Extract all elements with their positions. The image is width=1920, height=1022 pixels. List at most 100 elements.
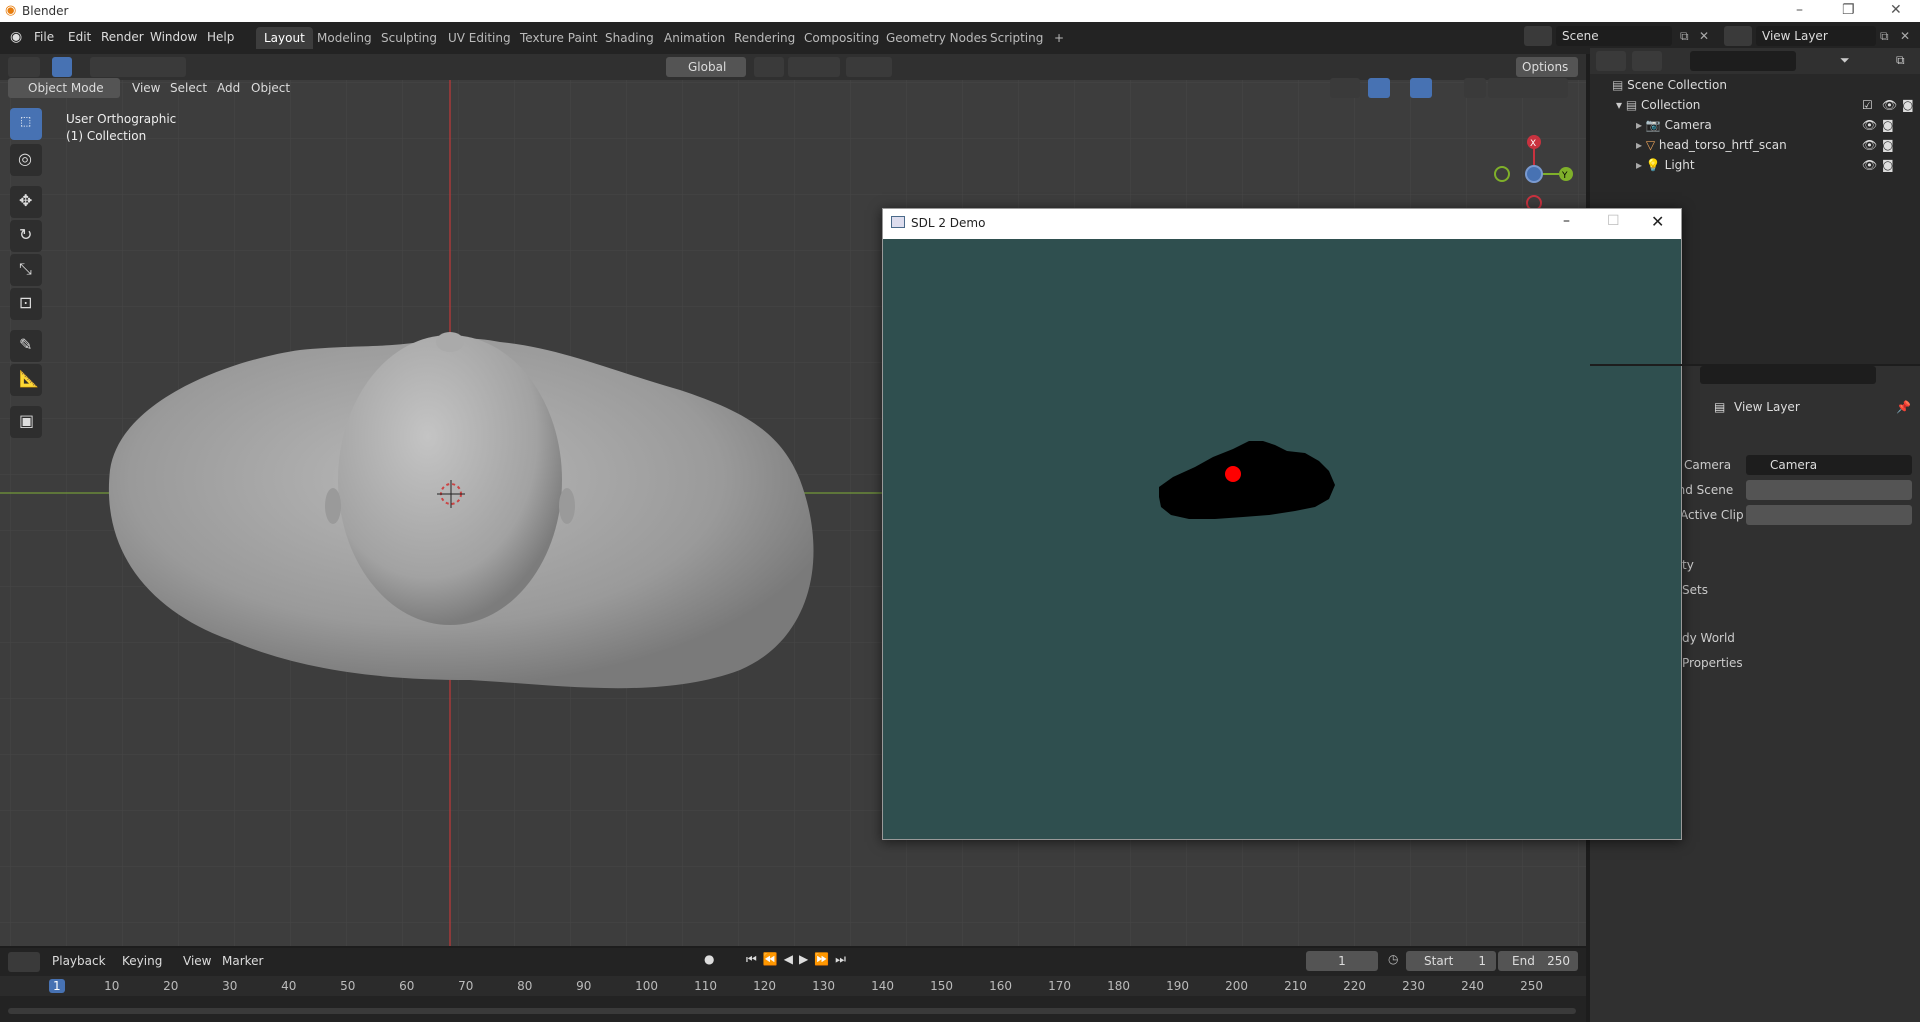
annotate-tool[interactable]: ✎ [10, 330, 42, 362]
minimize-icon[interactable]: – [1796, 2, 1803, 18]
hide-eye-icon[interactable]: 👁 [1862, 158, 1877, 172]
hide-eye-icon[interactable]: 👁 [1882, 98, 1897, 112]
outliner-search-input[interactable] [1690, 51, 1796, 71]
xray-icon[interactable] [1464, 78, 1486, 98]
tab-texture-paint[interactable]: Texture Paint [512, 27, 605, 49]
overlay-toggle-icon[interactable] [1410, 78, 1432, 98]
scene-browse-icon[interactable] [1524, 26, 1552, 46]
sdl-canvas[interactable] [883, 239, 1681, 839]
tab-modeling[interactable]: Modeling [309, 27, 380, 49]
menu-edit[interactable]: Edit [68, 30, 91, 44]
render-camera-icon[interactable]: ◙ [1902, 98, 1914, 112]
navigation-gizmo[interactable]: X Y [1486, 102, 1576, 212]
expand-icon[interactable]: ▸ [1636, 138, 1642, 152]
background-scene-field[interactable] [1746, 480, 1912, 500]
render-camera-icon[interactable]: ◙ [1882, 138, 1894, 152]
delete-view-layer-icon[interactable]: ✕ [1900, 29, 1910, 43]
record-icon[interactable]: ● [704, 952, 714, 966]
tab-shading[interactable]: Shading [597, 27, 662, 49]
timeline-scrollbar[interactable] [8, 1008, 1576, 1014]
blender-menu-icon[interactable]: ◉ [10, 29, 22, 45]
restore-icon[interactable]: ❐ [1842, 2, 1855, 18]
current-frame-marker[interactable]: 1 [49, 979, 65, 993]
sdl-maximize-icon[interactable]: ☐ [1607, 213, 1620, 229]
active-clip-field[interactable] [1746, 505, 1912, 525]
timeline-menu-view[interactable]: View [183, 954, 211, 968]
expand-icon[interactable]: ▸ [1636, 158, 1642, 172]
exclude-checkbox[interactable]: ☑ [1862, 98, 1873, 112]
sdl-demo-window[interactable]: SDL 2 Demo – ☐ ✕ [882, 208, 1682, 840]
panel-rigid-body-world[interactable]: dy World [1682, 631, 1735, 645]
filter-icon[interactable]: ⏷ [1840, 53, 1850, 68]
view-layer-field[interactable]: View Layer [1756, 26, 1876, 46]
viewport-menu-object[interactable]: Object [251, 81, 290, 95]
tab-geometry-nodes[interactable]: Geometry Nodes [878, 27, 995, 49]
proportional-edit-icon[interactable] [846, 57, 892, 77]
hide-eye-icon[interactable]: 👁 [1862, 118, 1877, 132]
render-camera-icon[interactable]: ◙ [1882, 158, 1894, 172]
selection-mode-icons[interactable] [90, 57, 186, 77]
scale-tool[interactable]: ⤡ [10, 254, 42, 286]
start-frame-field[interactable]: Start 1 [1406, 951, 1496, 971]
measure-tool[interactable]: 📐 [10, 364, 42, 396]
properties-search-input[interactable] [1700, 366, 1876, 384]
outliner-item-camera[interactable]: ▸ 📷 Camera 👁 ◙ [1636, 118, 1916, 138]
delete-scene-icon[interactable]: ✕ [1699, 29, 1709, 43]
pin-icon[interactable]: 📌 [1896, 400, 1911, 414]
visibility-icon[interactable] [1330, 78, 1360, 98]
expand-icon[interactable]: ▾ [1616, 98, 1622, 112]
tab-layout[interactable]: Layout [256, 27, 313, 49]
camera-field[interactable]: Camera [1746, 455, 1912, 475]
tab-sculpting[interactable]: Sculpting [373, 27, 445, 49]
gizmo-toggle-icon[interactable] [1368, 78, 1390, 98]
panel-custom-properties[interactable]: Properties [1682, 656, 1743, 670]
outliner-item-mesh[interactable]: ▸ ▽ head_torso_hrtf_scan 👁 ◙ [1636, 138, 1916, 158]
render-camera-icon[interactable]: ◙ [1882, 118, 1894, 132]
timeline-editor-type-icon[interactable] [8, 952, 40, 972]
menu-render[interactable]: Render [101, 30, 144, 44]
transform-tool[interactable]: ⊡ [10, 288, 42, 320]
scene-name-field[interactable]: Scene [1556, 26, 1672, 46]
display-mode-icon[interactable] [1632, 51, 1662, 71]
pivot-icon[interactable] [754, 57, 784, 77]
timeline-menu-marker[interactable]: Marker [222, 954, 263, 968]
collection-row[interactable]: ▾ ▤ Collection ☑ 👁 ◙ [1616, 98, 1916, 118]
close-icon[interactable]: ✕ [1890, 2, 1902, 18]
view-layer-browse-icon[interactable] [1724, 26, 1752, 46]
snap-icon[interactable] [788, 57, 840, 77]
head-mesh[interactable] [338, 335, 562, 625]
tab-animation[interactable]: Animation [656, 27, 733, 49]
new-scene-icon[interactable]: ⧉ [1680, 29, 1689, 44]
new-collection-icon[interactable]: ⧉ [1896, 53, 1905, 68]
add-workspace-button[interactable]: + [1046, 27, 1072, 49]
tab-uv-editing[interactable]: UV Editing [440, 27, 519, 49]
object-mode-dropdown[interactable]: Object Mode [8, 78, 120, 98]
expand-icon[interactable]: ▸ [1636, 118, 1642, 132]
move-tool[interactable]: ✥ [10, 186, 42, 218]
current-frame-field[interactable]: 1 [1306, 951, 1378, 971]
new-view-layer-icon[interactable]: ⧉ [1880, 29, 1889, 44]
outliner-item-light[interactable]: ▸ 💡 Light 👁 ◙ [1636, 158, 1916, 178]
timeline-menu-keying[interactable]: Keying [122, 954, 162, 968]
tab-rendering[interactable]: Rendering [726, 27, 803, 49]
viewport-menu-select[interactable]: Select [170, 81, 207, 95]
tab-scripting[interactable]: Scripting [982, 27, 1051, 49]
panel-units[interactable]: ty [1682, 558, 1694, 572]
end-frame-field[interactable]: End 250 [1498, 951, 1578, 971]
viewport-menu-view[interactable]: View [132, 81, 160, 95]
outliner-editor-type-icon[interactable] [1596, 51, 1626, 71]
hide-eye-icon[interactable]: 👁 [1862, 138, 1877, 152]
shading-mode-icons[interactable] [1488, 78, 1568, 98]
select-box-tool[interactable]: ⬚ [10, 108, 42, 140]
sdl-minimize-icon[interactable]: – [1563, 213, 1570, 229]
cursor-tool[interactable]: ◎ [10, 144, 42, 176]
select-box-mode-icon[interactable] [52, 57, 72, 77]
timeline-menu-playback[interactable]: Playback [52, 954, 106, 968]
options-dropdown[interactable]: Options [1516, 57, 1578, 77]
sdl-close-icon[interactable]: ✕ [1651, 212, 1664, 231]
rotate-tool[interactable]: ↻ [10, 220, 42, 252]
orientation-dropdown[interactable]: Global [666, 57, 746, 77]
playback-controls-icons[interactable]: ⏮⏪◀▶⏩⏭ [746, 952, 852, 967]
menu-help[interactable]: Help [207, 30, 234, 44]
tab-compositing[interactable]: Compositing [796, 27, 887, 49]
